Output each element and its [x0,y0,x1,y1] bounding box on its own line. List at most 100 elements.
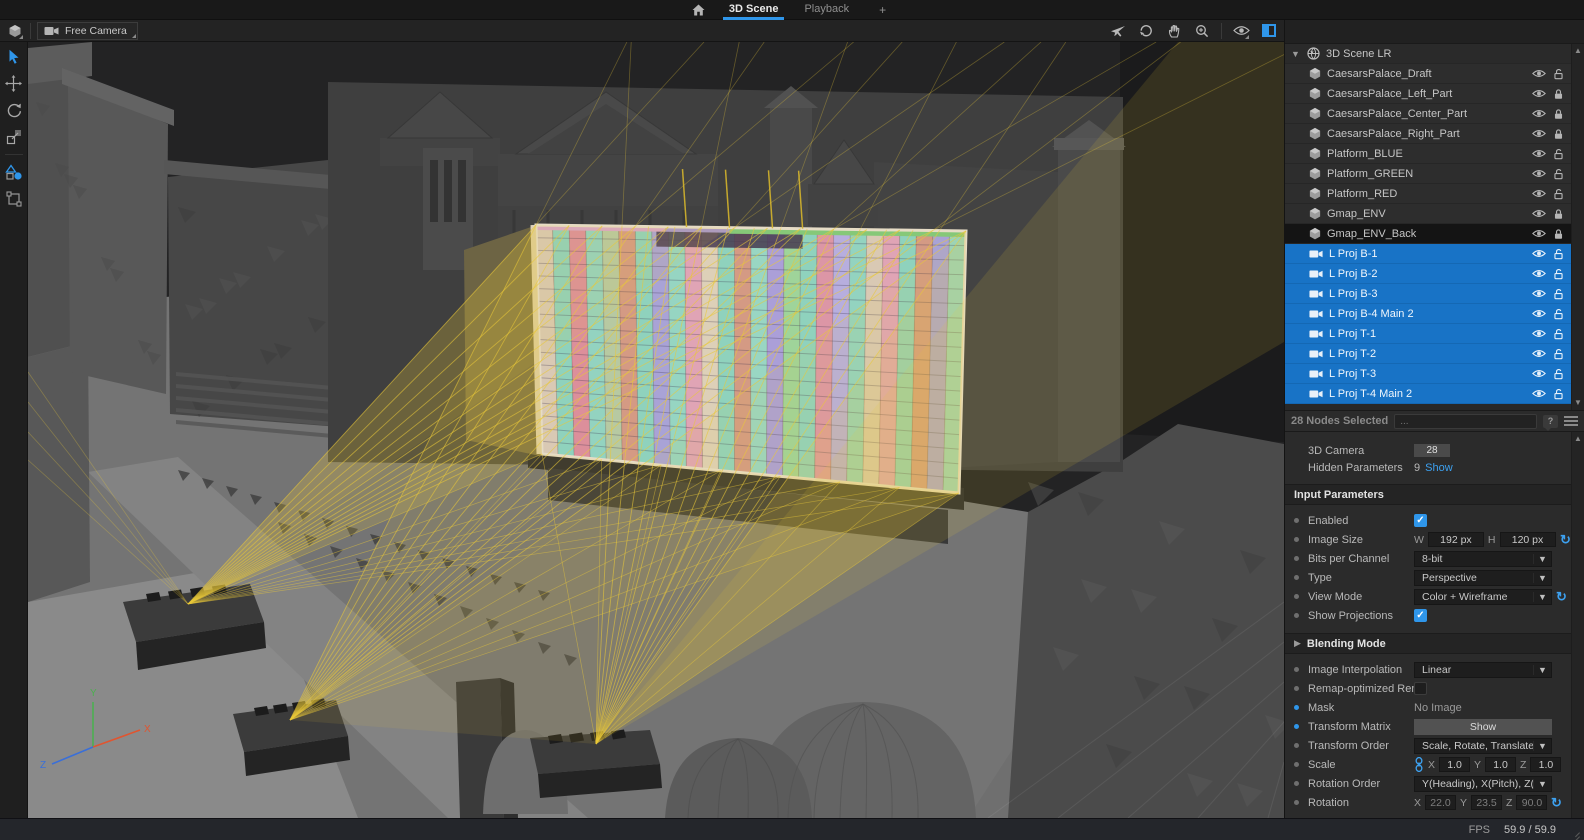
resize-grip[interactable] [1568,825,1580,837]
param-dot[interactable] [1294,594,1299,599]
checkbox-checked[interactable]: ✓ [1414,609,1427,622]
tree-row[interactable]: CaesarsPalace_Draft [1285,64,1571,84]
lock-open-icon[interactable] [1553,308,1564,320]
axis-field[interactable]: 22.0 [1425,795,1456,810]
tree-row[interactable]: L Proj T-4 Main 2 [1285,384,1571,404]
tree-row[interactable]: L Proj T-2 [1285,344,1571,364]
tree-row[interactable]: Platform_BLUE [1285,144,1571,164]
dropdown[interactable]: Perspective▼ [1414,570,1552,586]
axis-field[interactable]: 1.0 [1485,757,1516,772]
panel-toggle-icon[interactable] [1260,22,1278,40]
dropdown[interactable]: Y(Heading), X(Pitch), Z(B▼ [1414,776,1552,792]
param-dot[interactable] [1294,743,1299,748]
shapes-tool[interactable] [4,162,24,182]
tree-row[interactable]: Platform_RED [1285,184,1571,204]
tree-row[interactable]: L Proj T-3 [1285,364,1571,384]
lock-closed-icon[interactable] [1553,208,1564,220]
lock-closed-icon[interactable] [1553,128,1564,140]
dropdown[interactable]: Color + Wireframe▼ [1414,589,1552,605]
move-tool[interactable] [4,73,24,93]
pan-icon[interactable] [1165,22,1183,40]
section-header[interactable]: Input Parameters [1285,484,1571,505]
lock-open-icon[interactable] [1553,148,1564,160]
axis-field[interactable]: 90.0 [1516,795,1547,810]
chevron-right-icon[interactable]: ▶ [1294,638,1301,649]
tree-row[interactable]: L Proj B-1 [1285,244,1571,264]
region-tool[interactable] [4,189,24,209]
eye-icon[interactable] [1532,349,1546,358]
dimension-field[interactable]: 192 px [1428,532,1484,547]
eye-icon[interactable] [1532,269,1546,278]
reset-icon[interactable]: ↺ [1560,533,1571,546]
lock-open-icon[interactable] [1553,328,1564,340]
lock-open-icon[interactable] [1553,68,1564,80]
menu-icon[interactable] [1564,416,1578,426]
param-dot[interactable] [1294,537,1299,542]
dropdown[interactable]: Linear▼ [1414,662,1552,678]
viewport-canvas[interactable]: YXZ [28,42,1284,818]
param-dot[interactable] [1294,575,1299,580]
filter-input[interactable] [1394,414,1537,429]
checkbox-unchecked[interactable] [1414,682,1427,695]
tree-row[interactable]: L Proj B-3 [1285,284,1571,304]
select-cursor-tool[interactable] [4,46,24,66]
rotate-tool[interactable] [4,100,24,120]
visibility-icon[interactable] [1232,22,1250,40]
param-dot[interactable] [1294,556,1299,561]
eye-icon[interactable] [1532,69,1546,78]
eye-icon[interactable] [1532,329,1546,338]
eye-icon[interactable] [1532,249,1546,258]
lock-closed-icon[interactable] [1553,88,1564,100]
eye-icon[interactable] [1532,129,1546,138]
tab-3d-scene[interactable]: 3D Scene [723,1,785,18]
zoom-icon[interactable] [1193,22,1211,40]
lock-open-icon[interactable] [1553,388,1564,400]
param-dot[interactable] [1294,781,1299,786]
axis-field[interactable]: 23.5 [1471,795,1502,810]
axis-field[interactable]: 1.0 [1439,757,1470,772]
reset-icon[interactable]: ↺ [1551,796,1562,809]
eye-icon[interactable] [1532,289,1546,298]
orbit-icon[interactable] [1137,22,1155,40]
properties-scrollbar[interactable]: ▲ [1571,432,1584,818]
eye-icon[interactable] [1532,389,1546,398]
geometry-mode-icon[interactable] [6,22,24,40]
axis-field[interactable]: 1.0 [1530,757,1561,772]
param-dot[interactable] [1294,724,1299,729]
eye-icon[interactable] [1532,89,1546,98]
tree-row[interactable]: CaesarsPalace_Right_Part [1285,124,1571,144]
tree-row[interactable]: Gmap_ENV_Back [1285,224,1571,244]
help-bubble-icon[interactable]: ? [1543,415,1558,428]
tree-root[interactable]: ▼ 3D Scene LR [1285,44,1571,64]
link-icon[interactable] [1414,757,1424,772]
lock-closed-icon[interactable] [1553,228,1564,240]
camera-selector[interactable]: Free Camera [37,22,138,40]
lock-open-icon[interactable] [1553,268,1564,280]
lock-open-icon[interactable] [1553,248,1564,260]
param-dot[interactable] [1294,667,1299,672]
lock-open-icon[interactable] [1553,368,1564,380]
eye-icon[interactable] [1532,109,1546,118]
reset-icon[interactable]: ↺ [1556,590,1567,603]
param-dot[interactable] [1294,686,1299,691]
eye-icon[interactable] [1532,149,1546,158]
home-icon[interactable] [692,4,705,16]
tab-playback[interactable]: Playback [798,1,855,18]
eye-icon[interactable] [1532,229,1546,238]
chevron-down-icon[interactable]: ▼ [1291,49,1301,59]
tree-row[interactable]: L Proj B-4 Main 2 [1285,304,1571,324]
tree-row[interactable]: CaesarsPalace_Left_Part [1285,84,1571,104]
lock-open-icon[interactable] [1553,168,1564,180]
lock-open-icon[interactable] [1553,348,1564,360]
param-dot[interactable] [1294,518,1299,523]
tree-row[interactable]: CaesarsPalace_Center_Part [1285,104,1571,124]
eye-icon[interactable] [1532,209,1546,218]
lock-closed-icon[interactable] [1553,108,1564,120]
eye-icon[interactable] [1532,169,1546,178]
tree-row[interactable]: L Proj T-1 [1285,324,1571,344]
scale-tool[interactable] [4,127,24,147]
tree-scrollbar[interactable]: ▲ ▼ [1571,44,1584,410]
eye-icon[interactable] [1532,369,1546,378]
param-dot[interactable] [1294,705,1299,710]
section-header[interactable]: ▶Blending Mode [1285,633,1571,654]
